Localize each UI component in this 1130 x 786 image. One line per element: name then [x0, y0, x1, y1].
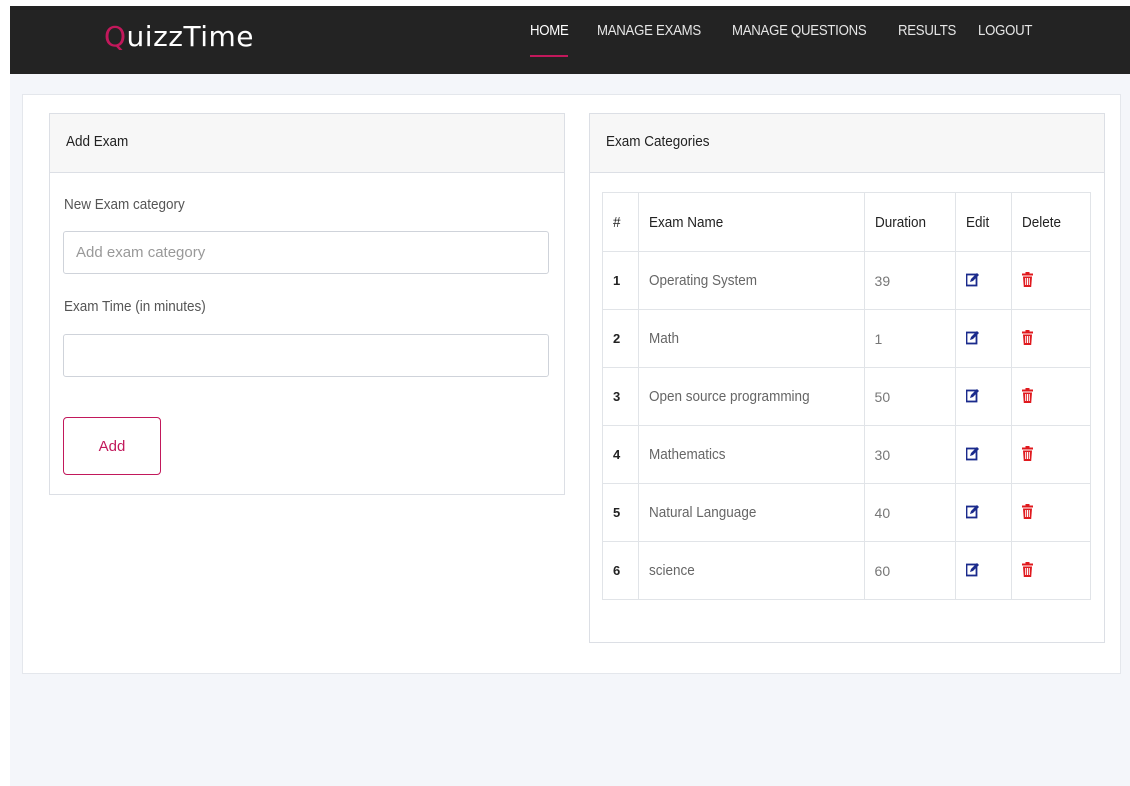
- row-duration: 50: [863, 367, 957, 426]
- trash-icon[interactable]: [1022, 329, 1036, 346]
- nav-home[interactable]: HOME: [530, 22, 569, 39]
- row-exam-name: Math: [637, 309, 865, 368]
- nav-logout[interactable]: LOGOUT: [978, 22, 1032, 39]
- row-edit-cell: [955, 309, 1013, 368]
- nav-active-indicator: [530, 55, 568, 57]
- table-header-row: # Exam Name Duration Edit Delete: [602, 192, 1091, 252]
- add-exam-title: Add Exam: [66, 133, 129, 150]
- column-header-number: #: [602, 192, 639, 252]
- row-number: 3: [602, 367, 639, 426]
- brand-logo-text: uizzTime: [126, 20, 254, 53]
- row-delete-cell: [1011, 483, 1091, 542]
- row-edit-cell: [955, 483, 1013, 542]
- brand-logo-initial: Q: [104, 20, 127, 53]
- row-edit-cell: [955, 251, 1013, 310]
- row-number: 1: [602, 251, 639, 310]
- row-exam-name: Open source programming: [637, 367, 865, 426]
- row-duration: 30: [863, 425, 957, 484]
- table-row: 4 Mathematics 30: [602, 425, 1091, 484]
- row-delete-cell: [1011, 309, 1091, 368]
- exam-time-input[interactable]: [63, 334, 549, 377]
- edit-icon[interactable]: [965, 562, 980, 578]
- navbar: QuizzTime HOME MANAGE EXAMS MANAGE QUEST…: [10, 6, 1130, 74]
- exam-categories-header: Exam Categories: [590, 114, 1104, 173]
- row-number: 4: [602, 425, 639, 484]
- row-duration: 1: [863, 309, 957, 368]
- trash-icon[interactable]: [1022, 503, 1036, 520]
- edit-icon[interactable]: [965, 504, 980, 520]
- column-header-delete: Delete: [1011, 192, 1091, 252]
- edit-icon[interactable]: [965, 330, 980, 346]
- table-row: 2 Math 1: [602, 309, 1091, 368]
- row-delete-cell: [1011, 367, 1091, 426]
- row-exam-name: Natural Language: [637, 483, 865, 542]
- row-number: 5: [602, 483, 639, 542]
- table-row: 1 Operating System 39: [602, 251, 1091, 310]
- exam-categories-table: # Exam Name Duration Edit Delete 1 Opera…: [602, 192, 1091, 600]
- row-edit-cell: [955, 367, 1013, 426]
- table-row: 6 science 60: [602, 541, 1091, 600]
- add-exam-card: Add Exam New Exam category Exam Time (in…: [49, 113, 565, 495]
- row-exam-name: science: [637, 541, 865, 600]
- row-number: 2: [602, 309, 639, 368]
- nav-manage-exams[interactable]: MANAGE EXAMS: [597, 22, 701, 39]
- row-duration: 39: [863, 251, 957, 310]
- row-duration: 60: [863, 541, 957, 600]
- column-header-exam-name: Exam Name: [637, 192, 865, 252]
- nav-results[interactable]: RESULTS: [898, 22, 956, 39]
- row-edit-cell: [955, 425, 1013, 484]
- exam-categories-card: Exam Categories # Exam Name Duration Edi…: [589, 113, 1105, 643]
- exam-time-label: Exam Time (in minutes): [64, 298, 206, 315]
- trash-icon[interactable]: [1022, 445, 1036, 462]
- page: QuizzTime HOME MANAGE EXAMS MANAGE QUEST…: [10, 6, 1130, 786]
- table-row: 3 Open source programming 50: [602, 367, 1091, 426]
- row-exam-name: Mathematics: [637, 425, 865, 484]
- add-exam-header: Add Exam: [50, 114, 564, 173]
- exam-categories-title: Exam Categories: [606, 133, 710, 150]
- trash-icon[interactable]: [1022, 271, 1036, 288]
- column-header-edit: Edit: [955, 192, 1013, 252]
- column-header-duration: Duration: [863, 192, 957, 252]
- edit-icon[interactable]: [965, 272, 980, 288]
- edit-icon[interactable]: [965, 446, 980, 462]
- add-exam-button[interactable]: Add: [63, 417, 161, 475]
- edit-icon[interactable]: [965, 388, 980, 404]
- trash-icon[interactable]: [1022, 561, 1036, 578]
- row-delete-cell: [1011, 541, 1091, 600]
- row-delete-cell: [1011, 425, 1091, 484]
- main-content: Add Exam New Exam category Exam Time (in…: [22, 94, 1121, 674]
- row-exam-name: Operating System: [637, 251, 865, 310]
- exam-category-label: New Exam category: [64, 196, 185, 213]
- row-edit-cell: [955, 541, 1013, 600]
- exam-category-input[interactable]: [63, 231, 549, 274]
- row-number: 6: [602, 541, 639, 600]
- trash-icon[interactable]: [1022, 387, 1036, 404]
- brand-logo[interactable]: QuizzTime: [104, 20, 254, 53]
- nav-manage-questions[interactable]: MANAGE QUESTIONS: [732, 22, 867, 39]
- table-row: 5 Natural Language 40: [602, 483, 1091, 542]
- row-delete-cell: [1011, 251, 1091, 310]
- row-duration: 40: [863, 483, 957, 542]
